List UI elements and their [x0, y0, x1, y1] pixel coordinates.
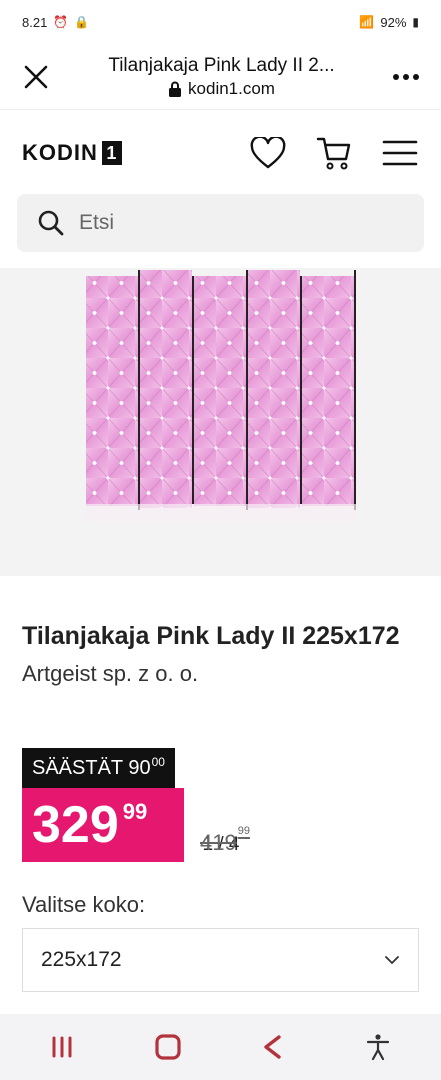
- system-navigation-bar: [0, 1014, 441, 1080]
- heart-icon: [250, 137, 286, 169]
- price-main: 329: [32, 796, 119, 854]
- product-title: Tilanjakaja Pink Lady II 225x172: [22, 622, 400, 650]
- lock-status-icon: 🔒: [74, 15, 90, 29]
- accessibility-icon: [367, 1034, 390, 1061]
- battery-icon: ▮: [412, 15, 419, 29]
- wishlist-button[interactable]: [249, 134, 287, 172]
- logo-text: KODIN: [22, 140, 98, 165]
- site-header: KODIN 1: [0, 120, 441, 186]
- menu-icon: [382, 140, 418, 166]
- old-price: 41999: [200, 825, 250, 856]
- browser-toolbar: Tilanjakaja Pink Lady II 2... kodin1.com: [0, 44, 441, 110]
- browser-domain: kodin1.com: [168, 79, 275, 99]
- price-box: 329 99: [22, 788, 184, 862]
- product-image: [86, 270, 356, 522]
- search-icon: [37, 209, 65, 237]
- close-icon: [24, 65, 48, 88]
- accessibility-button[interactable]: [353, 1022, 403, 1072]
- wifi-icon: 📶: [359, 15, 375, 29]
- chevron-down-icon: [384, 955, 400, 965]
- more-icon: [393, 73, 419, 80]
- size-select[interactable]: 225x172: [22, 928, 419, 992]
- price-decimals: 99: [122, 799, 148, 824]
- close-tab-button[interactable]: [0, 44, 72, 110]
- alarm-icon: ⏰: [53, 15, 69, 29]
- status-time: 8.21: [22, 14, 48, 30]
- old-price-main: 419: [200, 830, 237, 855]
- search-input[interactable]: [79, 211, 399, 235]
- lock-icon: [169, 81, 182, 97]
- recent-apps-button[interactable]: [38, 1022, 88, 1072]
- savings-badge: SÄÄSTÄT 90 00: [22, 748, 175, 788]
- old-price-decimals: 99: [237, 824, 250, 837]
- size-selected-value: 225x172: [41, 948, 122, 971]
- product-brand[interactable]: Artgeist sp. z o. o.: [22, 661, 422, 687]
- back-button[interactable]: [248, 1022, 298, 1072]
- address-area[interactable]: Tilanjakaja Pink Lady II 2... kodin1.com: [72, 55, 371, 99]
- domain-text: kodin1.com: [188, 78, 275, 98]
- site-logo[interactable]: KODIN 1: [22, 140, 122, 166]
- recent-apps-icon: [52, 1036, 72, 1058]
- home-button[interactable]: [143, 1022, 193, 1072]
- status-bar: 8.21 ⏰ 🔒 📶 92% ▮: [0, 0, 441, 44]
- main-menu-button[interactable]: [381, 134, 419, 172]
- product-info: Tilanjakaja Pink Lady II 225x172 Artgeis…: [22, 620, 422, 687]
- product-image-gallery[interactable]: 1 / 4: [0, 268, 441, 870]
- more-menu-button[interactable]: [371, 44, 441, 110]
- savings-label: SÄÄSTÄT 90: [32, 756, 151, 779]
- savings-decimals: 00: [151, 755, 165, 769]
- home-icon: [155, 1034, 181, 1060]
- cart-button[interactable]: [315, 134, 353, 172]
- back-icon: [264, 1035, 281, 1059]
- browser-page-title: Tilanjakaja Pink Lady II 2...: [108, 54, 335, 76]
- cart-icon: [316, 137, 351, 170]
- logo-number: 1: [101, 141, 122, 165]
- size-label: Valitse koko:: [22, 892, 146, 917]
- room-divider-illustration: [86, 270, 356, 522]
- battery-level: 92%: [380, 14, 407, 30]
- search-bar[interactable]: [17, 194, 424, 252]
